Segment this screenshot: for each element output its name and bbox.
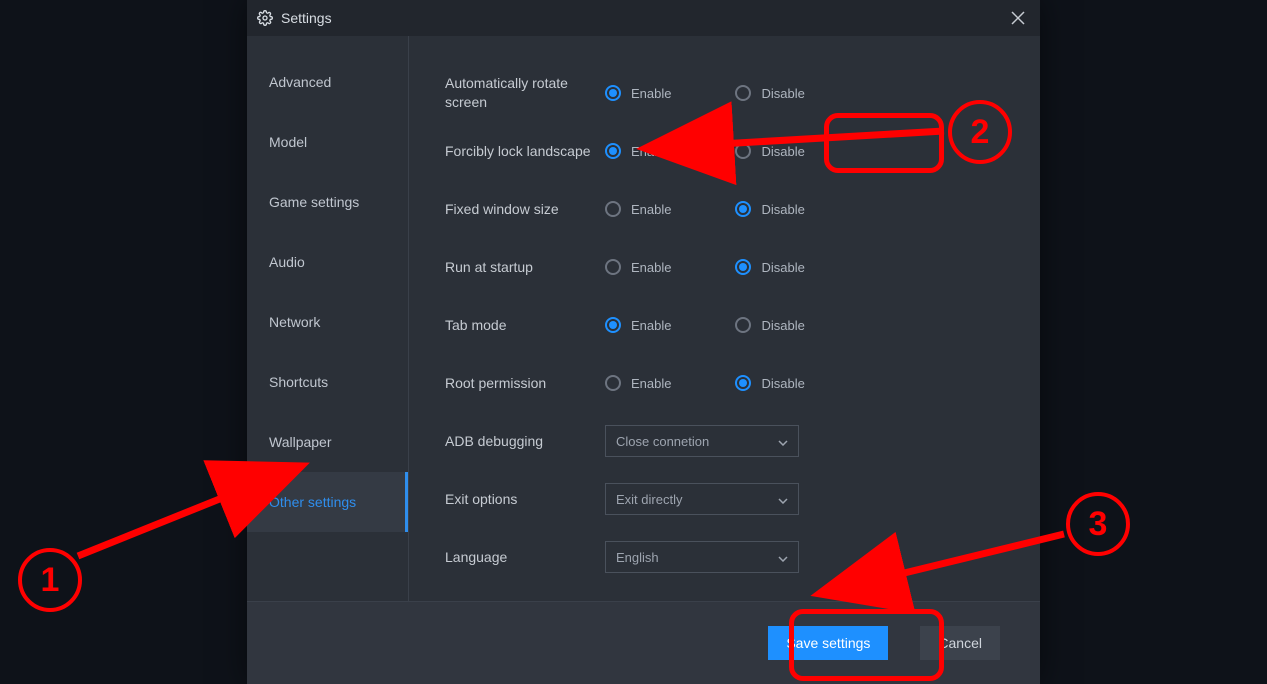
sidebar-item-wallpaper[interactable]: Wallpaper (247, 412, 408, 472)
radio-label: Disable (761, 144, 804, 159)
radio-enable[interactable]: Enable (605, 259, 671, 275)
sidebar-item-label: Audio (269, 254, 305, 270)
setting-label: Run at startup (445, 258, 605, 277)
annotation-number-1: 1 (18, 548, 82, 612)
radio-ring-icon (605, 143, 621, 159)
setting-row-tab_mode: Tab mode Enable Disable (445, 296, 1040, 354)
radio-disable[interactable]: Disable (735, 201, 804, 217)
radio-group: Enable Disable (605, 375, 805, 391)
sidebar: Advanced Model Game settings Audio Network Sh… (247, 36, 409, 601)
chevron-down-icon (778, 550, 788, 565)
radio-label: Enable (631, 144, 671, 159)
sidebar-item-label: Network (269, 314, 320, 330)
setting-row-exit_opts: Exit options Exit directly (445, 470, 1040, 528)
setting-label: Exit options (445, 490, 605, 509)
setting-row-lock_landscape: Forcibly lock landscape Enable Disable (445, 122, 1040, 180)
radio-label: Enable (631, 376, 671, 391)
gear-icon (257, 10, 273, 26)
sidebar-item-label: Shortcuts (269, 374, 328, 390)
setting-row-run_startup: Run at startup Enable Disable (445, 238, 1040, 296)
radio-enable[interactable]: Enable (605, 375, 671, 391)
radio-disable[interactable]: Disable (735, 143, 804, 159)
settings-panel: Automatically rotate screen Enable Disable… (409, 36, 1040, 601)
sidebar-item-advanced[interactable]: Advanced (247, 52, 408, 112)
sidebar-item-label: Advanced (269, 74, 331, 90)
setting-row-auto_rotate: Automatically rotate screen Enable Disable (445, 64, 1040, 122)
setting-row-language: Language English (445, 528, 1040, 586)
close-button[interactable] (1006, 6, 1030, 30)
select-adb_debug[interactable]: Close connetion (605, 425, 799, 457)
radio-group: Enable Disable (605, 85, 805, 101)
setting-label: Tab mode (445, 316, 605, 335)
setting-row-adb_debug: ADB debugging Close connetion (445, 412, 1040, 470)
radio-group: Enable Disable (605, 259, 805, 275)
radio-ring-icon (605, 375, 621, 391)
radio-ring-icon (605, 317, 621, 333)
radio-group: Enable Disable (605, 143, 805, 159)
radio-disable[interactable]: Disable (735, 85, 804, 101)
settings-window: Settings Advanced Model Game settings Audio… (247, 0, 1040, 684)
radio-ring-icon (735, 317, 751, 333)
setting-row-fixed_window: Fixed window size Enable Disable (445, 180, 1040, 238)
sidebar-item-shortcuts[interactable]: Shortcuts (247, 352, 408, 412)
radio-group: Enable Disable (605, 201, 805, 217)
radio-ring-icon (605, 259, 621, 275)
sidebar-item-model[interactable]: Model (247, 112, 408, 172)
close-icon (1011, 11, 1025, 25)
radio-label: Enable (631, 318, 671, 333)
radio-label: Disable (761, 260, 804, 275)
select-exit_opts[interactable]: Exit directly (605, 483, 799, 515)
chevron-down-icon (778, 492, 788, 507)
cancel-button[interactable]: Cancel (920, 626, 1000, 660)
sidebar-item-audio[interactable]: Audio (247, 232, 408, 292)
select-language[interactable]: English (605, 541, 799, 573)
radio-disable[interactable]: Disable (735, 317, 804, 333)
footer: Save settings Cancel (247, 601, 1040, 684)
select-value: English (616, 550, 659, 565)
radio-group: Enable Disable (605, 317, 805, 333)
radio-enable[interactable]: Enable (605, 85, 671, 101)
radio-label: Enable (631, 202, 671, 217)
annotation-number-3: 3 (1066, 492, 1130, 556)
chevron-down-icon (778, 434, 788, 449)
radio-label: Disable (761, 376, 804, 391)
sidebar-item-label: Model (269, 134, 307, 150)
setting-label: Language (445, 548, 605, 567)
titlebar: Settings (247, 0, 1040, 36)
radio-enable[interactable]: Enable (605, 201, 671, 217)
radio-label: Disable (761, 86, 804, 101)
radio-disable[interactable]: Disable (735, 259, 804, 275)
radio-enable[interactable]: Enable (605, 143, 671, 159)
setting-label: Root permission (445, 374, 605, 393)
select-value: Exit directly (616, 492, 682, 507)
sidebar-item-game-settings[interactable]: Game settings (247, 172, 408, 232)
sidebar-item-other-settings[interactable]: Other settings (247, 472, 408, 532)
radio-ring-icon (605, 85, 621, 101)
radio-label: Enable (631, 86, 671, 101)
save-button[interactable]: Save settings (768, 626, 888, 660)
radio-ring-icon (735, 201, 751, 217)
sidebar-item-label: Other settings (269, 494, 356, 510)
radio-ring-icon (735, 259, 751, 275)
radio-label: Enable (631, 260, 671, 275)
radio-enable[interactable]: Enable (605, 317, 671, 333)
setting-label: ADB debugging (445, 432, 605, 451)
setting-label: Automatically rotate screen (445, 74, 605, 112)
radio-ring-icon (735, 375, 751, 391)
setting-label: Forcibly lock landscape (445, 142, 605, 161)
select-value: Close connetion (616, 434, 709, 449)
radio-label: Disable (761, 318, 804, 333)
sidebar-item-label: Game settings (269, 194, 359, 210)
radio-disable[interactable]: Disable (735, 375, 804, 391)
radio-ring-icon (605, 201, 621, 217)
setting-row-root_perm: Root permission Enable Disable (445, 354, 1040, 412)
window-title: Settings (281, 10, 332, 26)
radio-label: Disable (761, 202, 804, 217)
radio-ring-icon (735, 85, 751, 101)
sidebar-item-network[interactable]: Network (247, 292, 408, 352)
sidebar-item-label: Wallpaper (269, 434, 332, 450)
setting-label: Fixed window size (445, 200, 605, 219)
radio-ring-icon (735, 143, 751, 159)
